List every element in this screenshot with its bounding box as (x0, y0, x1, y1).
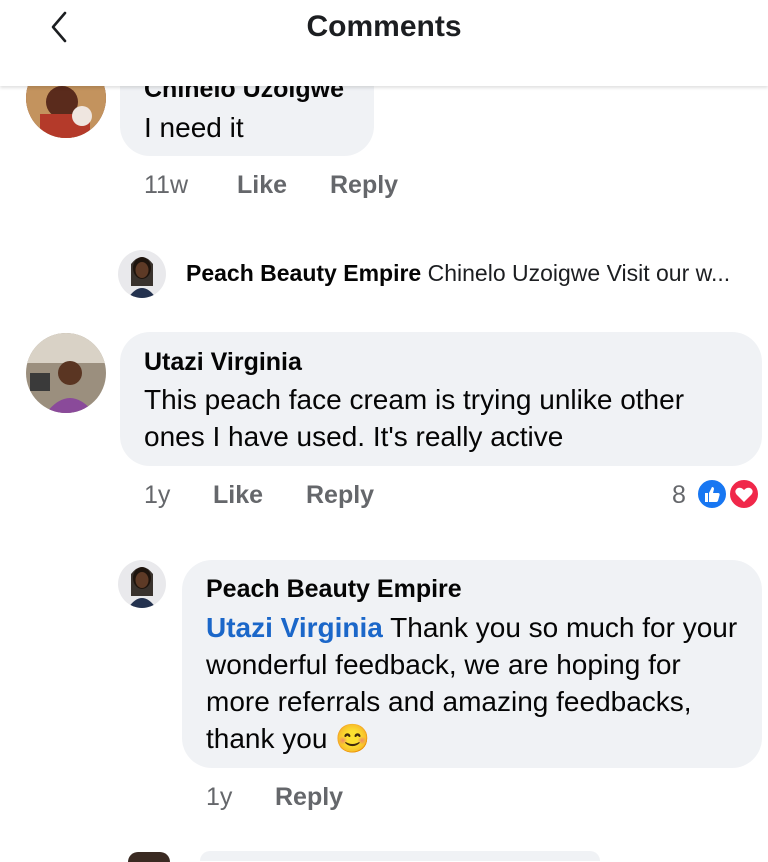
comment-time: 11w (144, 171, 189, 199)
avatar-image (118, 250, 166, 298)
comment-time: 1y (144, 481, 171, 509)
comment-text: I need it (144, 112, 244, 143)
avatar-image (118, 560, 166, 608)
reply-author: Peach Beauty Empire (186, 260, 422, 286)
reply-text: Utazi Virginia Thank you so much for you… (206, 609, 746, 757)
like-button[interactable]: Like (213, 481, 263, 510)
avatar-peach-beauty[interactable] (118, 560, 166, 608)
love-reaction-icon (728, 478, 760, 510)
comment-bubble[interactable]: Utazi Virginia This peach face cream is … (120, 332, 762, 466)
like-reaction-icon (696, 478, 728, 510)
reply-time: 1y (206, 783, 233, 811)
next-comment-bubble-partial (200, 851, 600, 861)
avatar-image (26, 333, 106, 413)
collapsed-reply[interactable]: Peach Beauty Empire Chinelo Uzoigwe Visi… (186, 260, 730, 287)
top-bar: Comments (0, 0, 768, 86)
next-comment-partial (128, 852, 170, 862)
reply-button[interactable]: Reply (306, 481, 374, 510)
reply-bubble[interactable]: Peach Beauty Empire Utazi Virginia Thank… (182, 560, 762, 768)
reply-button[interactable]: Reply (275, 783, 343, 812)
smiling-face-emoji: 😊 (335, 723, 371, 754)
mention-link[interactable]: Utazi Virginia (206, 612, 383, 643)
reply-button[interactable]: Reply (330, 171, 398, 200)
like-button[interactable]: Like (237, 171, 287, 200)
comment-text: This peach face cream is trying unlike o… (144, 384, 685, 452)
comment-author[interactable]: Utazi Virginia (144, 348, 302, 377)
page-title: Comments (306, 10, 462, 43)
avatar-peach-beauty[interactable] (118, 250, 166, 298)
reply-author[interactable]: Peach Beauty Empire (206, 575, 462, 604)
reaction-count: 8 (672, 481, 686, 509)
reply-preview: Chinelo Uzoigwe Visit our w... (427, 260, 731, 286)
avatar-utazi[interactable] (26, 333, 106, 413)
